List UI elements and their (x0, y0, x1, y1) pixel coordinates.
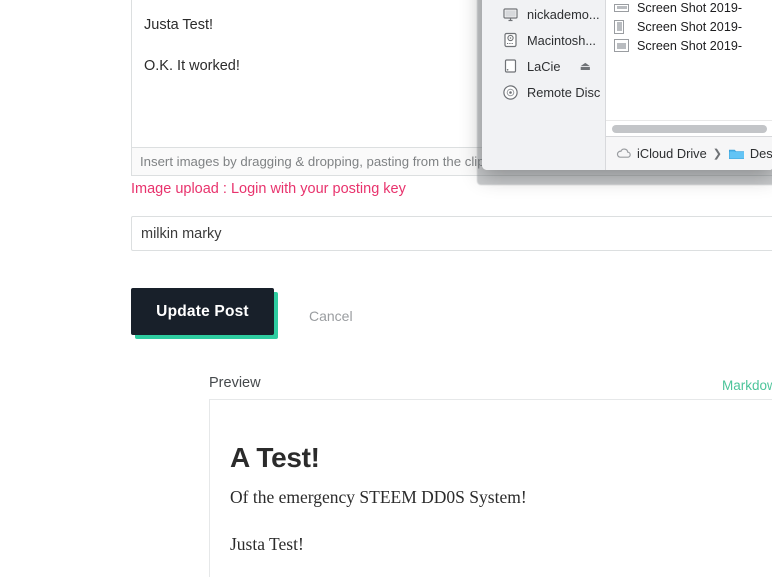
scrollbar-thumb[interactable] (612, 125, 767, 133)
file-row[interactable]: Screen Shot 2019- (606, 36, 772, 55)
folder-icon (728, 147, 745, 160)
dialog-sidebar: iCloud... Documents Devices (482, 0, 606, 170)
preview-label: Preview (209, 375, 261, 391)
image-upload-error: Image upload : Login with your posting k… (131, 181, 406, 197)
file-rows: Screen Shot 2019- Screen Shot 2019- Scre… (606, 0, 772, 55)
cloud-icon (616, 148, 632, 159)
file-list-horizontal-scrollbar[interactable] (606, 120, 772, 137)
file-row[interactable]: Screen Shot 2019- (606, 17, 772, 36)
markdown-styling-guide-link[interactable]: Markdown Styling Guide (722, 378, 772, 393)
preview-heading: A Test! (230, 442, 320, 473)
breadcrumb-item-icloud-drive[interactable]: iCloud Drive (637, 146, 707, 161)
file-row[interactable]: Screen Shot 2019- (606, 0, 772, 17)
eject-icon[interactable]: ⏏ (580, 59, 591, 73)
sidebar-item-label: Macintosh... (527, 32, 596, 48)
sidebar-item-label: LaCie (527, 58, 561, 74)
post-title-input[interactable] (131, 216, 772, 251)
optical-disc-icon (502, 84, 519, 101)
display-icon (502, 6, 519, 23)
file-name: Screen Shot 2019- (637, 0, 743, 15)
sidebar-item-remote-disc[interactable]: Remote Disc (482, 79, 605, 105)
preview-panel: A Test! Of the emergency STEEM DD0S Syst… (209, 399, 772, 577)
breadcrumb-separator: ❯ (712, 148, 722, 160)
sidebar-item-label: Remote Disc (527, 84, 601, 100)
dialog-file-list: Screen Shot 2019- Screen Shot 2019- Scre… (606, 0, 772, 170)
file-chooser-dialog: iCloud... Documents Devices (482, 0, 772, 170)
screen: Justa Test! O.K. It worked! Insert image… (0, 0, 772, 577)
breadcrumb: iCloud Drive ❯ Des (606, 136, 772, 170)
sidebar-item-macintosh-hd[interactable]: Macintosh... (482, 27, 605, 53)
screenshot-thumbnail-icon (614, 19, 624, 34)
preview-paragraph: Of the emergency STEEM DD0S System! (230, 487, 527, 507)
breadcrumb-item-desktop[interactable]: Des (750, 146, 772, 161)
internal-drive-icon (502, 32, 519, 49)
sidebar-item-label: nickademo... (527, 6, 600, 22)
sidebar-item-lacie[interactable]: LaCie ⏏ (482, 53, 605, 79)
update-post-button[interactable]: Update Post (131, 288, 274, 335)
screenshot-thumbnail-icon (614, 3, 629, 12)
preview-paragraph: Justa Test! (230, 533, 304, 554)
cancel-button[interactable]: Cancel (309, 308, 353, 324)
sidebar-item-nickademo[interactable]: nickademo... (482, 1, 605, 27)
external-drive-icon (502, 58, 519, 75)
file-name: Screen Shot 2019- (637, 38, 743, 53)
file-name: Screen Shot 2019- (637, 19, 743, 34)
screenshot-thumbnail-icon (614, 39, 629, 52)
